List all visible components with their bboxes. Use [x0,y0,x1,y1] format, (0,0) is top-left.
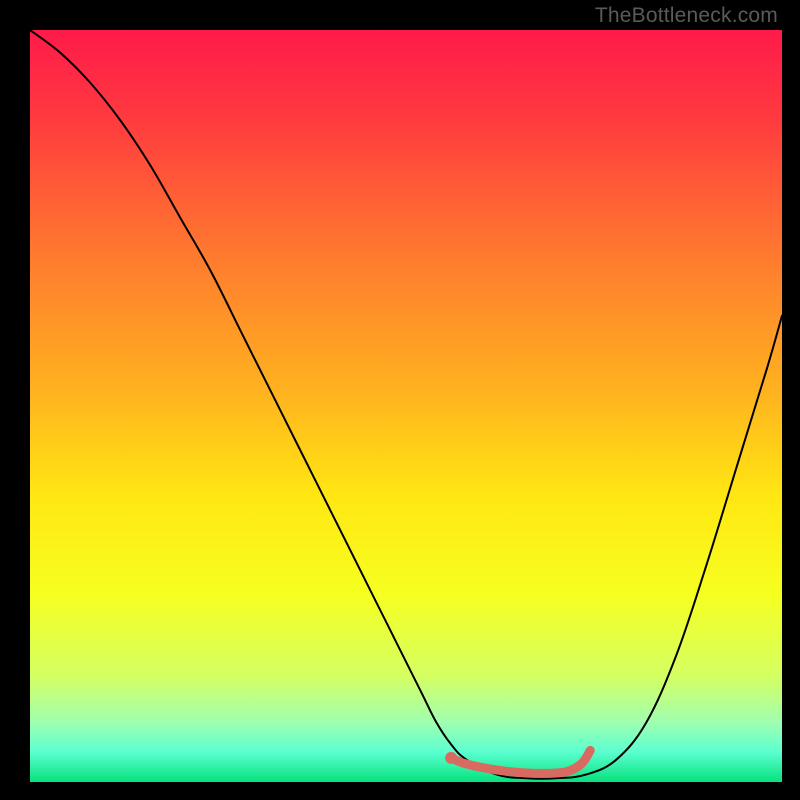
chart-background [30,30,782,782]
chart-svg [30,30,782,782]
bottleneck-chart [30,30,782,782]
optimal-point-marker [445,752,457,764]
attribution-text: TheBottleneck.com [595,4,778,28]
